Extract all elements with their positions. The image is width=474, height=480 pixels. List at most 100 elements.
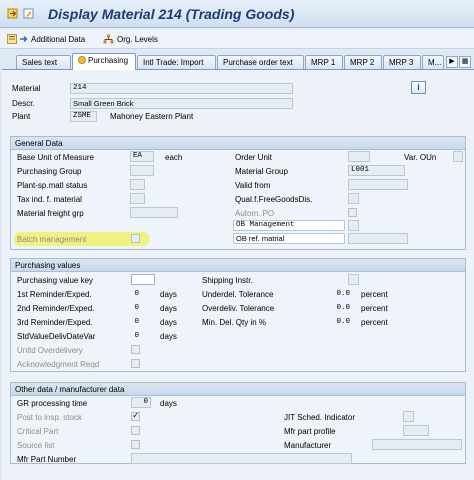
shipping-instr-field[interactable] <box>348 274 359 285</box>
plant-code-field[interactable]: ZSME <box>70 111 97 122</box>
min-del-qty-unit: percent <box>361 318 388 327</box>
source-list-label: Source list <box>17 441 55 450</box>
base-uom-field[interactable]: EA <box>130 151 154 162</box>
tab-more[interactable]: M... <box>422 55 444 69</box>
jit-sched-indicator-label: JIT Sched. Indicator <box>284 413 355 422</box>
tab-scroll-right-icon[interactable]: ▶ <box>446 56 458 68</box>
org-hierarchy-icon <box>103 34 114 44</box>
tab-purchase-order-text[interactable]: Purchase order text <box>217 55 304 69</box>
overdeliv-tolerance-label: Overdeliv. Tolerance <box>202 304 275 313</box>
base-uom-text: each <box>165 153 183 162</box>
arrow-right-icon <box>20 36 28 42</box>
manufacturer-label: Manufacturer <box>284 441 332 450</box>
var-oun-label: Var. OUn <box>404 153 437 162</box>
other-data-group: Other data / manufacturer data <box>10 382 466 464</box>
acknowledgment-reqd-checkbox[interactable] <box>131 359 140 368</box>
order-unit-field[interactable] <box>348 151 370 162</box>
reminder-2-unit: days <box>160 304 177 313</box>
descr-label: Descr. <box>12 99 35 108</box>
other-data-title: Other data / manufacturer data <box>11 383 465 396</box>
reminder-1-value: 0 <box>134 290 139 298</box>
tab-intl-trade-import[interactable]: Intl Trade: Import <box>137 55 216 69</box>
min-del-qty-value: 0.0 <box>336 318 350 326</box>
org-levels-label: Org. Levels <box>117 34 158 44</box>
additional-data-icon <box>7 34 17 44</box>
reminder-1-label: 1st Reminder/Exped. <box>17 290 92 299</box>
general-data-title: General Data <box>11 137 465 150</box>
post-insp-stock-label: Post to insp. stock <box>17 413 82 422</box>
unltd-overdelivery-checkbox[interactable] <box>131 345 140 354</box>
critical-part-label: Critical Part <box>17 427 59 436</box>
material-group-field[interactable]: L001 <box>348 165 405 176</box>
ob-management-field[interactable] <box>348 220 359 231</box>
underdel-tolerance-value: 0.0 <box>336 290 350 298</box>
plant-name: Mahoney Eastern Plant <box>110 112 194 121</box>
jit-sched-indicator-field[interactable] <box>403 411 414 422</box>
plant-status-field[interactable] <box>130 179 145 190</box>
gr-processing-time-unit: days <box>160 399 177 408</box>
manufacturer-field[interactable] <box>372 439 462 450</box>
additional-data-button[interactable]: Additional Data <box>7 33 85 45</box>
exit-icon[interactable] <box>7 8 18 19</box>
overdeliv-tolerance-unit: percent <box>361 304 388 313</box>
ob-ref-material-field[interactable] <box>348 233 408 244</box>
display-change-icon[interactable] <box>23 8 34 19</box>
ob-management-label: OB Management <box>233 220 345 231</box>
reminder-1-unit: days <box>160 290 177 299</box>
material-field[interactable]: 214 <box>70 83 293 94</box>
gr-processing-time-field[interactable]: 0 <box>131 397 151 408</box>
description-field[interactable]: Small Green Brick <box>70 98 293 109</box>
gr-processing-time-label: GR processing time <box>17 399 88 408</box>
reminder-3-value: 0 <box>134 318 139 326</box>
var-oun-field[interactable] <box>453 151 463 162</box>
tab-mrp-2[interactable]: MRP 2 <box>344 55 382 69</box>
purchasing-group-field[interactable] <box>130 165 154 176</box>
qual-free-goods-label: Qual.f.FreeGoodsDis. <box>235 195 313 204</box>
tax-ind-label: Tax ind. f. material <box>17 195 82 204</box>
qual-free-goods-field[interactable] <box>348 193 359 204</box>
reminder-2-value: 0 <box>134 304 139 312</box>
shipping-instr-label: Shipping Instr. <box>202 276 253 285</box>
overdeliv-tolerance-value: 0.0 <box>336 304 350 312</box>
additional-data-label: Additional Data <box>31 34 86 44</box>
order-unit-label: Order Unit <box>235 153 272 162</box>
reminder-3-label: 3rd Reminder/Exped. <box>17 318 93 327</box>
autom-po-checkbox[interactable] <box>348 208 357 217</box>
mfr-part-profile-field[interactable] <box>403 425 429 436</box>
tax-ind-field[interactable] <box>130 193 145 204</box>
mfr-part-profile-label: Mfr part profile <box>284 427 336 436</box>
mfr-part-number-field[interactable] <box>131 453 352 464</box>
critical-part-checkbox[interactable] <box>131 426 140 435</box>
underdel-tolerance-unit: percent <box>361 290 388 299</box>
mfr-part-number-label: Mfr Part Number <box>17 455 77 464</box>
valid-from-label: Valid from <box>235 181 271 190</box>
acknowledgment-reqd-label: Acknowledgment Reqd <box>17 360 100 369</box>
batch-management-checkbox[interactable] <box>131 234 140 243</box>
purchasing-value-key-label: Purchasing value key <box>17 276 94 285</box>
post-insp-stock-checkbox[interactable] <box>131 410 140 421</box>
org-levels-button[interactable]: Org. Levels <box>103 33 158 45</box>
source-list-checkbox[interactable] <box>131 440 140 449</box>
tab-list-icon[interactable]: ▦ <box>459 56 471 68</box>
unltd-overdelivery-label: Unltd Overdelivery <box>17 346 83 355</box>
purchasing-group-label: Purchasing Group <box>17 167 82 176</box>
window-title: Display Material 214 (Trading Goods) <box>48 6 295 22</box>
std-value-deliv-label: StdValueDelivDateVar <box>17 332 96 341</box>
std-value-deliv-value: 0 <box>134 332 139 340</box>
freight-group-field[interactable] <box>130 207 178 218</box>
material-group-label: Material Group <box>235 167 288 176</box>
purchasing-values-title: Purchasing values <box>11 259 465 272</box>
info-icon[interactable]: i <box>411 81 426 94</box>
tab-mrp-3[interactable]: MRP 3 <box>383 55 421 69</box>
tab-sales-text[interactable]: Sales text <box>16 55 71 69</box>
min-del-qty-label: Min. Del. Qty in % <box>202 318 267 327</box>
valid-from-field[interactable] <box>348 179 408 190</box>
material-label: Material <box>12 84 41 93</box>
ob-ref-material-label: OB ref. matrial <box>233 233 345 244</box>
tab-purchasing[interactable]: Purchasing <box>72 53 136 70</box>
batch-management-label: Batch management <box>17 235 87 244</box>
tab-mrp-1[interactable]: MRP 1 <box>305 55 343 69</box>
underdel-tolerance-label: Underdel. Tolerance <box>202 290 274 299</box>
purchasing-value-key-field[interactable] <box>131 274 155 285</box>
active-tab-icon <box>78 56 86 64</box>
